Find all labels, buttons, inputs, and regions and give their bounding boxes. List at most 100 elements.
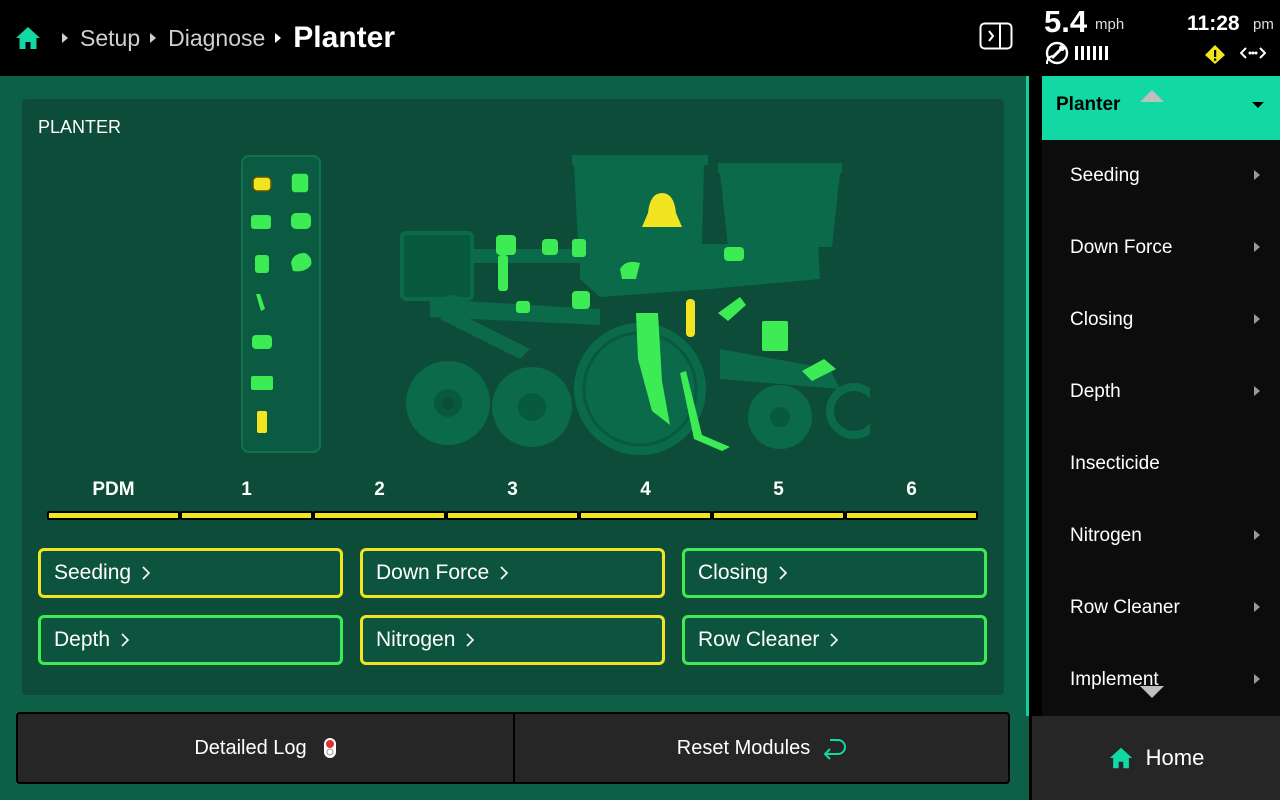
chevron-right-icon bbox=[275, 33, 282, 43]
chevron-right-icon bbox=[779, 566, 788, 580]
chevron-right-icon bbox=[500, 566, 509, 580]
nitrogen-tile[interactable]: Nitrogen bbox=[360, 615, 665, 665]
panel-toggle-icon[interactable] bbox=[979, 22, 1013, 50]
sidebar-item-down-force[interactable]: Down Force bbox=[1042, 212, 1280, 284]
breadcrumb-setup[interactable]: Setup bbox=[80, 25, 140, 52]
row-unit-body bbox=[580, 244, 820, 297]
chevron-right-icon bbox=[1254, 530, 1260, 540]
sidebar-item-label: Insecticide bbox=[1070, 453, 1160, 474]
sensor-module bbox=[686, 299, 695, 337]
home-button[interactable]: Home bbox=[1029, 716, 1280, 800]
module-icon bbox=[498, 255, 508, 291]
chevron-right-icon bbox=[1254, 602, 1260, 612]
row-status-segment[interactable] bbox=[845, 511, 978, 520]
insecticide-hopper bbox=[720, 173, 840, 247]
top-bar: Setup Diagnose Planter 5.4 mph 11:28 pm bbox=[0, 0, 1280, 76]
sidebar-header-planter[interactable]: Planter bbox=[1042, 76, 1280, 140]
row-label: 4 bbox=[640, 479, 651, 500]
tile-label: Down Force bbox=[376, 561, 490, 584]
depth-tile[interactable]: Depth bbox=[38, 615, 343, 665]
reset-arrow-icon bbox=[823, 739, 847, 760]
module-icon bbox=[718, 297, 746, 321]
module-icon bbox=[496, 235, 516, 255]
tile-label: Closing bbox=[698, 561, 769, 584]
module-icon bbox=[252, 335, 272, 349]
row-label: PDM bbox=[92, 479, 135, 500]
sidebar-item-label: Down Force bbox=[1070, 237, 1173, 258]
log-status-icon bbox=[323, 738, 336, 758]
sidebar-item-seeding[interactable]: Seeding bbox=[1042, 140, 1280, 212]
closing-tile[interactable]: Closing bbox=[682, 548, 987, 598]
connection-icon bbox=[1240, 47, 1266, 59]
scroll-down-icon[interactable] bbox=[1140, 686, 1164, 698]
chevron-right-icon bbox=[466, 633, 475, 647]
sidebar-item-closing[interactable]: Closing bbox=[1042, 284, 1280, 356]
tile-label: Seeding bbox=[54, 561, 132, 584]
detailed-log-label: Detailed Log bbox=[194, 736, 307, 759]
chevron-right-icon bbox=[150, 33, 157, 43]
home-icon[interactable] bbox=[14, 24, 42, 52]
breadcrumb: Setup Diagnose Planter bbox=[14, 18, 395, 58]
module-icons bbox=[251, 172, 312, 433]
reset-modules-button[interactable]: Reset Modules bbox=[515, 714, 1010, 782]
module-icon bbox=[255, 255, 269, 273]
chevron-right-icon bbox=[1254, 170, 1260, 180]
row-status-segment[interactable] bbox=[712, 511, 845, 520]
row-cleaner-tile[interactable]: Row Cleaner bbox=[682, 615, 987, 665]
hopper-lid bbox=[718, 163, 842, 173]
sidebar-item-depth[interactable]: Depth bbox=[1042, 356, 1280, 428]
module-icon bbox=[291, 213, 311, 229]
chevron-right-icon bbox=[1254, 242, 1260, 252]
tile-label: Nitrogen bbox=[376, 628, 456, 651]
detailed-log-button[interactable]: Detailed Log bbox=[18, 714, 513, 782]
tile-label: Depth bbox=[54, 628, 111, 651]
speed-unit: mph bbox=[1095, 16, 1125, 33]
planter-row-unit-illustration bbox=[400, 155, 870, 455]
module-icon bbox=[572, 239, 586, 257]
down-force-tile[interactable]: Down Force bbox=[360, 548, 665, 598]
status-area[interactable]: 5.4 mph 11:28 pm bbox=[1030, 0, 1280, 76]
chevron-right-icon bbox=[142, 566, 151, 580]
row-status-segment[interactable] bbox=[579, 511, 712, 520]
breadcrumb-diagnose[interactable]: Diagnose bbox=[168, 25, 265, 52]
tile-label: Row Cleaner bbox=[698, 628, 820, 651]
module-icon bbox=[257, 411, 267, 433]
row-label: 3 bbox=[507, 479, 518, 500]
signal-bars-icon bbox=[1075, 46, 1108, 60]
module-icon bbox=[252, 176, 272, 192]
clock-ampm: pm bbox=[1253, 16, 1274, 33]
footer-bar: Detailed Log Reset Modules bbox=[16, 712, 1010, 784]
row-label: 1 bbox=[241, 479, 252, 500]
module-icon bbox=[516, 301, 530, 313]
module-icon bbox=[251, 215, 271, 229]
scroll-up-icon[interactable] bbox=[1140, 90, 1164, 102]
row-label: 5 bbox=[773, 479, 784, 500]
module-legend bbox=[241, 155, 321, 453]
sidebar-item-row-cleaner[interactable]: Row Cleaner bbox=[1042, 572, 1280, 644]
chevron-right-icon bbox=[121, 633, 130, 647]
module-icon bbox=[572, 291, 590, 309]
main-area: PLANTER PDM 1 2 3 4 5 6 Seeding Down For… bbox=[0, 76, 1026, 800]
row-status-segment[interactable] bbox=[313, 511, 446, 520]
chevron-right-icon bbox=[1254, 314, 1260, 324]
seeding-tile[interactable]: Seeding bbox=[38, 548, 343, 598]
warning-icon[interactable] bbox=[1204, 44, 1226, 64]
chevron-right-icon bbox=[1254, 674, 1260, 684]
toolbar-bar bbox=[470, 249, 580, 263]
module-icon bbox=[724, 247, 744, 261]
sidebar-header-label: Planter bbox=[1056, 94, 1121, 115]
sidebar-item-insecticide[interactable]: Insecticide bbox=[1042, 428, 1280, 500]
module-icon bbox=[291, 253, 312, 272]
row-status-segment[interactable] bbox=[47, 511, 180, 520]
row-status-segment[interactable] bbox=[180, 511, 313, 520]
card-title: PLANTER bbox=[38, 117, 122, 137]
hopper-lid bbox=[572, 155, 708, 165]
home-icon bbox=[1109, 747, 1132, 769]
row-status-segment[interactable] bbox=[446, 511, 579, 520]
gps-satellite-icon bbox=[1045, 41, 1069, 65]
toolbar-frame bbox=[400, 231, 474, 301]
sidebar-item-nitrogen[interactable]: Nitrogen bbox=[1042, 500, 1280, 572]
sidebar-item-label: Closing bbox=[1070, 309, 1134, 330]
page-title: Planter bbox=[293, 21, 396, 54]
sidebar-item-implement[interactable]: Implement bbox=[1042, 644, 1280, 716]
